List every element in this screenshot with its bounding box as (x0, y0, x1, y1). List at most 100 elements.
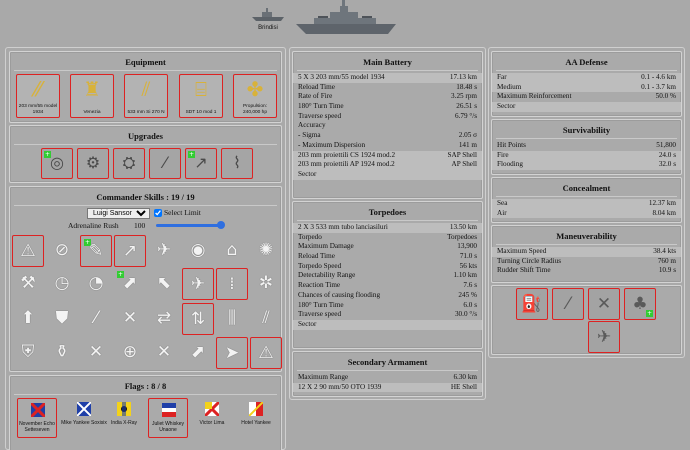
stat-label: 203 mm proiettili CS 1924 mod.2 (298, 150, 396, 159)
skill-r3c8[interactable]: ⫽ (250, 303, 282, 335)
flag-india-xray[interactable]: India X-Ray (104, 398, 144, 438)
flags-title: Flags : 8 / 8 (124, 381, 167, 391)
skill-r1c8[interactable]: ✺ (250, 235, 282, 267)
stat-row: Fire 24.0 s (492, 150, 681, 161)
secondary-rows: Maximum Range 6.30 km 12 X 2 90 mm/50 OTO … (293, 371, 482, 393)
adrenaline-slider[interactable] (156, 224, 222, 227)
stat-row: Traverse speed 6.79 °/s (293, 112, 482, 122)
stat-value: 760 m (657, 256, 676, 265)
flag-icon (31, 403, 45, 417)
stat-row: Torpedo Torpedoes (293, 233, 482, 243)
upgrade-slot-2[interactable]: ⚙ (77, 148, 109, 179)
fighter-plane-icon: ✈ (596, 327, 612, 347)
upgrade-slot-3[interactable]: ⛭ (113, 148, 145, 179)
skill-r3c1[interactable]: ⬆ (12, 303, 44, 335)
select-limit-label: Select Limit (164, 208, 201, 217)
skill-r1c7[interactable]: ⌂ (216, 235, 248, 267)
consumable-repair[interactable]: ✕ (588, 288, 620, 320)
equipment-hull[interactable]: ♜ Venezia (70, 74, 114, 118)
concealment-title: Concealment (562, 183, 611, 193)
guns-skill-icon: ⫽ (262, 308, 270, 328)
skill-r2c2[interactable]: ◷ (46, 268, 78, 300)
stat-label: Detectability Range (298, 271, 356, 280)
consumable-smoke[interactable]: ⁄ (552, 288, 584, 320)
equipment-torpedo[interactable]: ⫽ 533 mm Si 270 N (124, 74, 168, 118)
skill-r2c5[interactable]: ⬉ (148, 268, 180, 300)
stat-row: Sector (293, 169, 482, 180)
flag-victor-lima[interactable]: Victor Lima (192, 398, 232, 438)
skill-r4c5[interactable]: ✕ (148, 337, 180, 369)
consumable-fighter[interactable]: ✈ (588, 321, 620, 353)
skill-r4c3[interactable]: ✕ (80, 337, 112, 369)
ammo-skill-icon: ⁞ (229, 274, 235, 294)
flag-icon (77, 402, 91, 416)
equipment-propulsion[interactable]: ✤ Propulsion: 240,000 hp (233, 74, 277, 118)
stat-row: Reload Time 18.48 s (293, 83, 482, 93)
main-battery-title: Main Battery (363, 57, 412, 67)
skill-r3c5[interactable]: ⇄ (148, 303, 180, 335)
skill-r1c1[interactable]: ⚠ (12, 235, 44, 267)
skill-r1c2[interactable]: ⊘ (46, 235, 78, 267)
skill-r4c6[interactable]: ⬈ (182, 337, 214, 369)
machinery-upgrade-icon: ⛭ (122, 153, 136, 172)
stat-label: - Maximum Dispersion (298, 140, 366, 149)
stat-label: Maximum Speed (497, 247, 547, 255)
flag-juliet-whiskey[interactable]: Juliet Whiskey Unaone (148, 398, 188, 438)
adrenaline-slider-thumb[interactable] (217, 221, 225, 229)
upgrade-slot-4[interactable]: ⁄ (149, 148, 181, 179)
skill-r4c8[interactable]: ⚠ (250, 337, 282, 369)
skill-r1c5[interactable]: ✈ (148, 235, 180, 267)
skill-r3c3[interactable]: ⁄ (80, 303, 112, 335)
skill-r3c2[interactable]: ⛊ (46, 303, 78, 335)
flag-november-echo[interactable]: November Echo Setteseven (17, 398, 57, 438)
equipment-fire-control[interactable]: ⌸ SDT 10 mod 1 (179, 74, 223, 118)
secondary-title: Secondary Armament (347, 357, 428, 367)
stat-row: Sector (293, 319, 482, 330)
flag-hotel-yankee[interactable]: Hotel Yankee (236, 398, 276, 438)
survivability-title: Survivability (562, 125, 611, 135)
upgrade-slot-6[interactable]: ⌇ (221, 148, 253, 179)
upgrade-slot-5[interactable]: + ↗ (185, 148, 217, 179)
aa-defense-panel: AA Defense Far 0.1 - 4.6 km Medium 0.1 - 3.… (491, 51, 682, 117)
flag-mike-yankee[interactable]: Mike Yankee Soxisix (61, 398, 107, 438)
skill-r3c7[interactable]: ⫼ (216, 303, 248, 335)
select-limit-checkbox[interactable] (154, 209, 162, 217)
concealment-panel: Concealment Sea 12.37 km Air 8.04 km (491, 177, 682, 223)
stat-row: 203 mm proiettili CS 1924 mod.2 SAP Shell (293, 150, 482, 161)
skill-r2c6[interactable]: ✈ (182, 268, 214, 300)
skill-r4c2[interactable]: ⚱ (46, 337, 78, 369)
consumable-engine-boost[interactable]: ♣ + (624, 288, 656, 320)
skill-r2c3[interactable]: ◔ (80, 268, 112, 300)
stat-value: AP Shell (451, 160, 478, 169)
skill-r2c7[interactable]: ⁞ (216, 268, 248, 300)
equipment-main-battery[interactable]: ⁄⁄ 203 mm/55 model 1934 (16, 74, 60, 118)
arrow-up-skill-icon: ⬈ (122, 273, 138, 293)
steering-upgrade-icon: ⌇ (233, 153, 241, 172)
stat-row: Maximum Reinforcement 50.0 % (492, 92, 681, 102)
skill-r2c4[interactable]: + ⬈ (114, 268, 146, 300)
skill-r4c1[interactable]: ⛨ (12, 337, 44, 369)
gun-swap-skill-icon: ⇅ (190, 309, 206, 329)
flag-label: November Echo Setteseven (19, 421, 55, 433)
skill-r4c7[interactable]: ➤ (216, 337, 248, 369)
skill-r4c4[interactable]: ⊕ (114, 337, 146, 369)
stat-label: Maximum Range (298, 373, 349, 381)
ship-thumbnail-icon[interactable] (250, 5, 286, 23)
stat-row: 180° Turn Time 6.0 s (293, 301, 482, 311)
skill-r2c8[interactable]: ✲ (250, 268, 282, 300)
fan-skill-icon: ✲ (258, 273, 274, 293)
skill-r3c4[interactable]: ✕ (114, 303, 146, 335)
stat-row: Rudder Shift Time 10.9 s (492, 266, 681, 276)
skill-r2c1[interactable]: ⚒ (12, 268, 44, 300)
commander-select[interactable]: Luigi Sansonetti (87, 208, 150, 219)
crossed-arrows-skill-icon: ✕ (88, 342, 104, 362)
skill-r1c4[interactable]: ↗ (114, 235, 146, 267)
aircraft-skill-icon: ✈ (156, 240, 172, 260)
upgrade-slot-1[interactable]: + ◎ (41, 148, 73, 179)
consumable-damage-control[interactable]: ⛽ (516, 288, 548, 320)
skill-r3c6[interactable]: ⇅ (182, 303, 214, 335)
stat-value: 50.0 % (655, 92, 676, 101)
stat-value: 26.51 s (456, 102, 477, 111)
skill-r1c3[interactable]: + ✎ (80, 235, 112, 267)
skill-r1c6[interactable]: ◉ (182, 235, 214, 267)
